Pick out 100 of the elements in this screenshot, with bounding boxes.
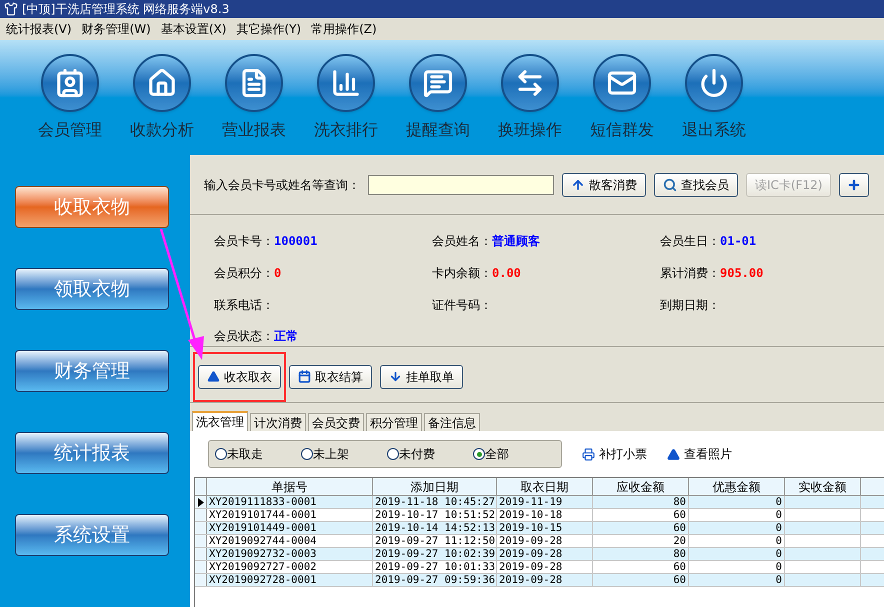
field-value: 0 — [274, 264, 282, 282]
toolbar-button[interactable]: 退出系统 — [678, 54, 750, 142]
action-button[interactable]: 取衣结算 — [289, 364, 372, 388]
tab[interactable]: 计次消费 — [250, 413, 306, 431]
column-header: 实收金额 — [785, 478, 861, 495]
table-cell: 2019-10-17 10:51:52 — [375, 509, 496, 521]
toolbar-button[interactable]: 营业报表 — [218, 54, 290, 142]
field-label: 联系电话： — [214, 296, 274, 314]
toolbar-button[interactable]: 洗衣排行 — [310, 54, 382, 142]
row-indicator[interactable] — [195, 496, 207, 508]
power-icon — [685, 54, 743, 112]
toolbar-button[interactable]: 短信群发 — [586, 54, 658, 142]
table-cell: XY2019101449-0001 — [209, 522, 316, 534]
field-value: 905.00 — [720, 264, 764, 282]
link-button[interactable]: 查看照片 — [667, 445, 732, 463]
toolbar-button[interactable]: 收款分析 — [126, 54, 198, 142]
app-icon — [4, 2, 18, 16]
tab[interactable]: 会员交费 — [308, 413, 364, 431]
printer-icon — [582, 448, 595, 460]
field-label: 会员生日： — [660, 233, 720, 250]
sidebar-button[interactable]: 系统设置 — [15, 514, 169, 556]
toolbar-button[interactable]: 提醒查询 — [402, 54, 474, 142]
radio-option[interactable]: 全部 — [473, 445, 545, 463]
column-header: 取衣日期 — [497, 478, 593, 495]
search-field[interactable] — [368, 174, 554, 194]
document-icon — [225, 54, 283, 112]
menu-item[interactable]: 统计报表(V) — [6, 20, 72, 38]
toolbar-button[interactable]: 会员管理 — [34, 54, 106, 142]
sidebar-button[interactable]: 财务管理 — [15, 350, 169, 392]
table-cell: 80 — [673, 496, 686, 508]
tab[interactable]: 备注信息 — [424, 413, 480, 431]
search-button[interactable]: 散客消费 — [562, 172, 646, 196]
chat-bubble-icon — [409, 54, 467, 112]
table-cell: 0 — [776, 509, 782, 521]
table-cell: 0 — [776, 522, 782, 534]
menu-item[interactable]: 其它操作(Y) — [236, 20, 302, 38]
action-button[interactable]: 挂单取单 — [380, 364, 463, 388]
radio-option[interactable]: 未取走 — [215, 445, 287, 463]
radio-label: 全部 — [485, 446, 509, 463]
field-label: 卡内余额： — [432, 264, 492, 282]
table-cell: 60 — [673, 509, 686, 521]
triangle-icon — [667, 448, 680, 460]
menu-item[interactable]: 常用操作(Z) — [311, 20, 377, 38]
field-value: 0.00 — [492, 264, 521, 282]
table-cell: 2019-11-18 10:45:27 — [375, 496, 496, 508]
table-cell: 2019-09-28 — [499, 548, 562, 560]
field-value: 01-01 — [720, 233, 756, 250]
table-cell: 60 — [673, 561, 686, 573]
radio-button[interactable] — [215, 448, 227, 460]
table-cell: XY2019092727-0002 — [209, 561, 316, 573]
radio-button[interactable] — [301, 448, 313, 460]
menu-item[interactable]: 财务管理(W) — [82, 20, 151, 38]
field-label: 证件号码： — [432, 296, 492, 314]
field-label: 到期日期： — [660, 296, 720, 314]
sidebar-button[interactable]: 领取衣物 — [15, 268, 169, 310]
table-cell: 2019-09-27 09:59:36 — [375, 574, 496, 586]
radio-option[interactable]: 未付费 — [387, 445, 459, 463]
table-cell: 2019-11-19 — [499, 496, 562, 508]
table-cell: 2019-09-28 — [499, 535, 562, 547]
column-header: 应收金额 — [593, 478, 689, 495]
table-cell: 2019-09-28 — [499, 574, 562, 586]
table-cell: 60 — [673, 574, 686, 586]
link-button[interactable]: 补打小票 — [582, 445, 647, 463]
radio-option[interactable]: 未上架 — [301, 445, 373, 463]
swap-arrows-icon — [501, 54, 559, 112]
radio-label: 未付费 — [399, 446, 435, 463]
menu-item[interactable]: 基本设置(X) — [160, 20, 226, 38]
radio-button[interactable] — [473, 448, 485, 460]
table-cell: 2019-10-15 — [499, 522, 562, 534]
person-card-icon — [41, 54, 99, 112]
magnifier-icon — [663, 178, 677, 192]
radio-button[interactable] — [387, 448, 399, 460]
field-label: 会员状态： — [214, 328, 274, 346]
tab[interactable]: 洗衣管理 — [192, 411, 248, 431]
table-cell: 2019-09-27 10:02:39 — [375, 548, 496, 560]
pointer-icon — [198, 498, 204, 506]
plus-icon — [847, 178, 862, 192]
radio-label: 未上架 — [313, 446, 349, 463]
field-value: 100001 — [274, 233, 318, 250]
bar-chart-icon — [317, 54, 375, 112]
tab[interactable]: 积分管理 — [366, 413, 422, 431]
sidebar-button[interactable]: 统计报表 — [15, 432, 169, 474]
table-cell: 0 — [776, 496, 782, 508]
table-cell: 2019-09-27 11:12:50 — [375, 535, 496, 547]
search-button[interactable]: 查找会员 — [654, 172, 738, 196]
table-cell: 0 — [776, 561, 782, 573]
table-cell: 60 — [673, 522, 686, 534]
window-title: [中顶]干洗店管理系统 网络服务端v8.3 — [22, 3, 230, 15]
triangle-icon — [207, 370, 220, 383]
column-header: 添加日期 — [373, 478, 497, 495]
toolbar-button[interactable]: 换班操作 — [494, 54, 566, 142]
action-button[interactable]: 收衣取衣 — [198, 364, 281, 388]
envelope-icon — [593, 54, 651, 112]
field-label: 会员卡号： — [214, 233, 274, 250]
field-label: 累计消费： — [660, 264, 720, 282]
table-cell: 2019-10-18 — [499, 509, 562, 521]
radio-label: 未取走 — [227, 446, 263, 463]
add-button[interactable] — [839, 172, 870, 196]
table-cell: 0 — [776, 574, 782, 586]
table-cell: XY2019092728-0001 — [209, 574, 316, 586]
